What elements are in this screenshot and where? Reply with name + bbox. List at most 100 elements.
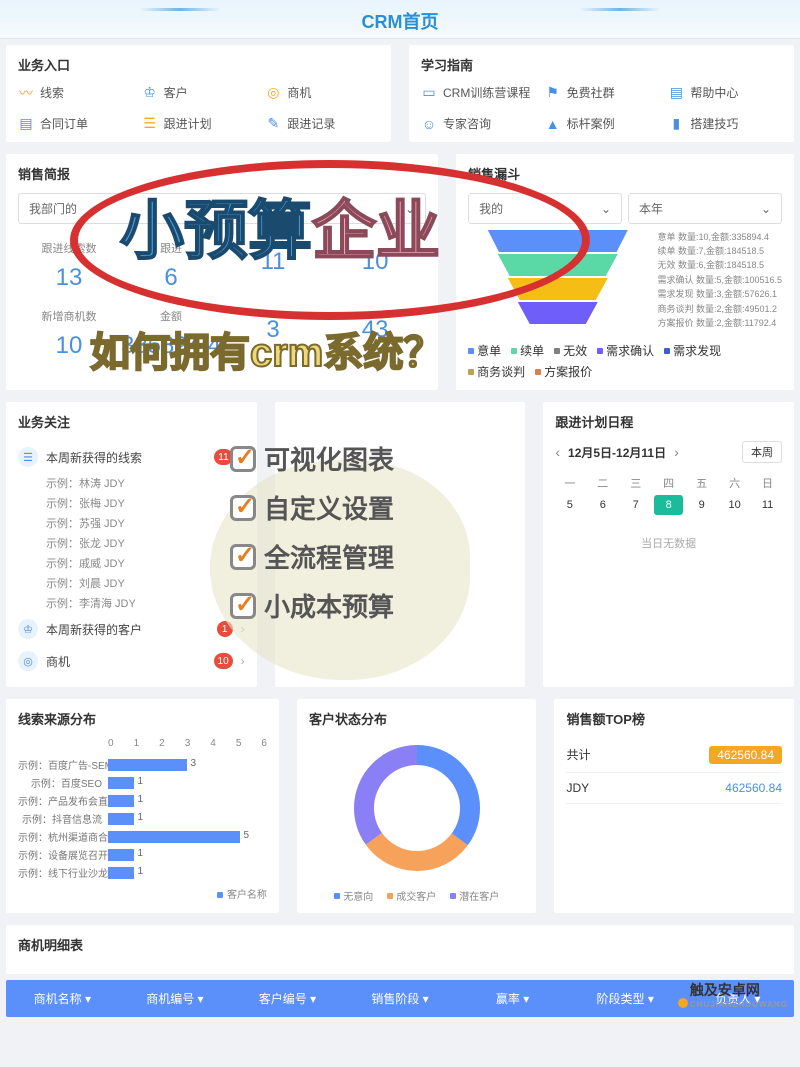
stat-item: 11 — [222, 240, 324, 292]
stat-item: 跟进6 — [120, 240, 222, 292]
guide-icon: ▭ — [421, 85, 437, 101]
bar-row: 示例：抖音信息流1 — [18, 811, 267, 826]
focus-badge: 11 — [214, 449, 232, 465]
focus-sub-item[interactable]: 示例：张梅 JDY — [18, 493, 245, 513]
entry-icon: ✎ — [265, 116, 281, 132]
bar-row: 示例：产品发布会直播1 — [18, 793, 267, 808]
table-header[interactable]: 商机编号 ▾ — [119, 980, 232, 1017]
entry-icon: ☰ — [142, 116, 158, 132]
detail-panel: 商机明细表 — [6, 925, 794, 974]
cal-empty: 当日无数据 — [555, 515, 782, 571]
top-row: JDY462560.84 — [566, 773, 782, 804]
biz-entry-item[interactable]: ▤合同订单 — [18, 115, 132, 132]
table-header[interactable]: 赢率 ▾ — [456, 980, 569, 1017]
stat-item: 43 — [324, 308, 426, 360]
funnel-filter1[interactable]: 我的⌄ — [468, 193, 622, 224]
entry-icon: ◎ — [265, 85, 281, 101]
customer-status-title: 客户状态分布 — [309, 709, 525, 728]
stat-item: 跟进线索数13 — [18, 240, 120, 292]
focus-group[interactable]: ◎商机10› — [18, 645, 245, 677]
top-sales-title: 销售额TOP榜 — [566, 709, 782, 728]
guide-item[interactable]: ▭CRM训练营课程 — [421, 84, 535, 101]
guide-item[interactable]: ▲标杆案例 — [545, 115, 659, 132]
biz-entry-item[interactable]: ♔客户 — [142, 84, 256, 101]
guide-title: 学习指南 — [421, 55, 782, 74]
calendar-day[interactable]: 8 — [654, 495, 683, 515]
guide-item[interactable]: ☺专家咨询 — [421, 115, 535, 132]
table-header[interactable]: 销售阶段 ▾ — [344, 980, 457, 1017]
chevron-down-icon: ⌄ — [601, 202, 611, 216]
focus-panel: 业务关注 ☰本周新获得的线索11›示例：林涛 JDY示例：张梅 JDY示例：苏强… — [6, 402, 257, 687]
focus-group[interactable]: ♔本周新获得的客户1› — [18, 613, 245, 645]
guide-item[interactable]: ▮搭建技巧 — [668, 115, 782, 132]
entry-icon: ♔ — [142, 85, 158, 101]
entry-icon: ▤ — [18, 116, 34, 132]
bar-row: 示例：杭州渠道商合作5 — [18, 829, 267, 844]
guide-panel: 学习指南 ▭CRM训练营课程 ⚑免费社群 ▤帮助中心 ☺专家咨询 ▲标杆案例 ▮搭建技巧 — [409, 45, 794, 142]
biz-entry-panel: 业务入口 〰线索 ♔客户 ◎商机 ▤合同订单 ☰跟进计划 ✎跟进记录 — [6, 45, 391, 142]
table-header[interactable]: 商机名称 ▾ — [6, 980, 119, 1017]
funnel-filter2[interactable]: 本年⌄ — [628, 193, 782, 224]
biz-entry-title: 业务入口 — [18, 55, 379, 74]
middle-spacer — [275, 402, 526, 687]
top-sales-panel: 销售额TOP榜 共计462560.84JDY462560.84 — [554, 699, 794, 913]
biz-entry-item[interactable]: ☰跟进计划 — [142, 115, 256, 132]
sales-brief-title: 销售简报 — [18, 164, 426, 183]
guide-icon: ▤ — [668, 85, 684, 101]
chevron-right-icon: › — [241, 622, 245, 636]
calendar-day[interactable]: 5 — [555, 495, 584, 515]
calendar-day[interactable]: 6 — [588, 495, 617, 515]
focus-sub-item[interactable]: 示例：戚威 JDY — [18, 553, 245, 573]
funnel-chart — [488, 230, 628, 330]
cal-range: 12月5日-12月11日 — [568, 444, 666, 461]
guide-icon: ⚑ — [545, 85, 561, 101]
funnel-title: 销售漏斗 — [468, 164, 782, 183]
focus-icon: ◎ — [18, 651, 38, 671]
lead-source-title: 线索来源分布 — [18, 709, 267, 728]
sales-filter-select[interactable]: 我部门的 ⌄ — [18, 193, 426, 224]
funnel-stats: 意单 数量:10,金额:335894.4续单 数量:7,金额:184518.5无… — [657, 230, 782, 331]
chevron-down-icon: ⌄ — [405, 202, 415, 216]
biz-entry-item[interactable]: 〰线索 — [18, 84, 132, 101]
stat-item: 金额335894.4 — [120, 308, 222, 360]
stat-item: 10 — [324, 240, 426, 292]
top-row: 共计462560.84 — [566, 738, 782, 773]
biz-entry-item[interactable]: ✎跟进记录 — [265, 115, 379, 132]
calendar-day[interactable]: 7 — [621, 495, 650, 515]
bar-row: 示例：线下行业沙龙1 — [18, 865, 267, 880]
focus-sub-item[interactable]: 示例：林涛 JDY — [18, 473, 245, 493]
stat-item: 新增商机数10 — [18, 308, 120, 360]
focus-sub-item[interactable]: 示例：刘晨 JDY — [18, 573, 245, 593]
detail-title: 商机明细表 — [18, 935, 782, 954]
table-header[interactable]: 客户编号 ▾ — [231, 980, 344, 1017]
focus-sub-item[interactable]: 示例：张龙 JDY — [18, 533, 245, 553]
stat-item: 3 — [222, 308, 324, 360]
chevron-right-icon: › — [241, 450, 245, 464]
guide-icon: ▮ — [668, 116, 684, 132]
calendar-day[interactable]: 9 — [687, 495, 716, 515]
guide-item[interactable]: ▤帮助中心 — [668, 84, 782, 101]
focus-sub-item[interactable]: 示例：李清海 JDY — [18, 593, 245, 613]
cal-next[interactable]: › — [674, 444, 679, 460]
focus-badge: 1 — [217, 621, 233, 637]
guide-icon: ☺ — [421, 116, 437, 132]
schedule-title: 跟进计划日程 — [555, 412, 782, 431]
page-title: CRM首页 — [0, 8, 800, 34]
lead-source-panel: 线索来源分布 0123456 示例：百度广告-SEM3示例：百度SEO1示例：产… — [6, 699, 279, 913]
focus-sub-item[interactable]: 示例：苏强 JDY — [18, 513, 245, 533]
calendar-day[interactable]: 11 — [753, 495, 782, 515]
chevron-down-icon: ⌄ — [761, 202, 771, 216]
focus-group[interactable]: ☰本周新获得的线索11› — [18, 441, 245, 473]
cal-prev[interactable]: ‹ — [555, 444, 560, 460]
calendar-day[interactable]: 10 — [720, 495, 749, 515]
focus-badge: 10 — [214, 653, 233, 669]
funnel-legend: 意单续单无效需求确认需求发现商务谈判方案报价 — [468, 342, 782, 380]
guide-item[interactable]: ⚑免费社群 — [545, 84, 659, 101]
page-header: CRM首页 — [0, 0, 800, 39]
cal-this-week[interactable]: 本周 — [742, 441, 782, 463]
watermark: 触及安卓网 CHUJIANZHUOWANG — [664, 980, 788, 1009]
schedule-panel: 跟进计划日程 ‹ 12月5日-12月11日 › 本周 一二三四五六日 56789… — [543, 402, 794, 687]
focus-icon: ♔ — [18, 619, 38, 639]
biz-entry-item[interactable]: ◎商机 — [265, 84, 379, 101]
bar-row: 示例：百度广告-SEM3 — [18, 757, 267, 772]
